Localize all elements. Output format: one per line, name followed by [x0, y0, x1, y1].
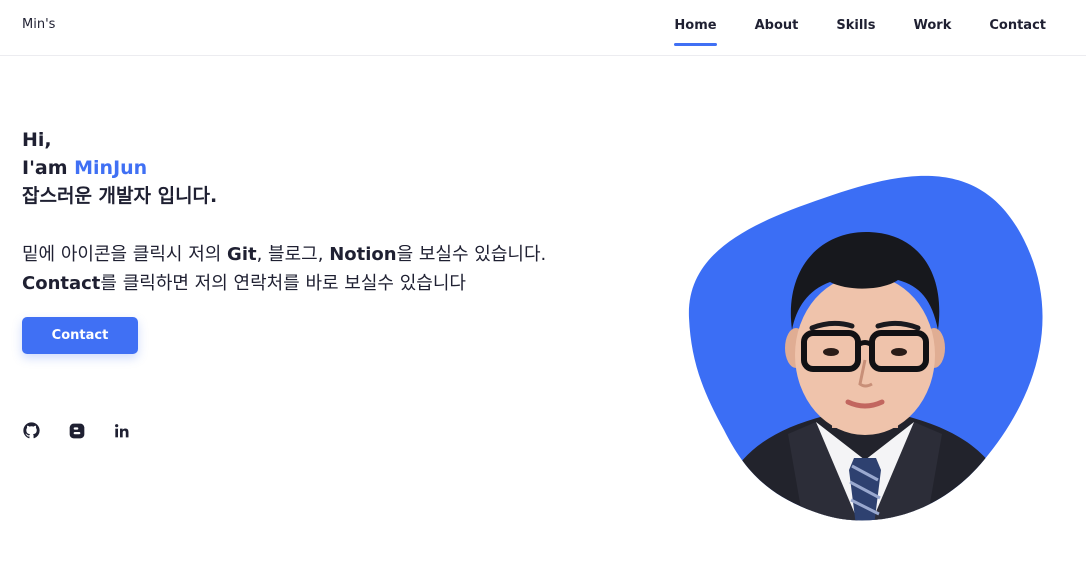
contact-button[interactable]: Contact [22, 317, 138, 354]
desc-text-d: 를 클릭하면 저의 연락처를 바로 보실수 있습니다 [100, 273, 466, 294]
profile-photo [684, 170, 1048, 526]
description-line-2: Contact를 클릭하면 저의 연락처를 바로 보실수 있습니다 [22, 269, 662, 298]
desc-contact: Contact [22, 273, 101, 294]
hero-iam: I'am [22, 157, 68, 179]
desc-notion: Notion [329, 244, 397, 265]
hero-intro: I'am MinJun [22, 154, 642, 182]
site-logo[interactable]: Min's [22, 17, 55, 32]
hero-tagline: 잡스러운 개발자 입니다. [22, 185, 218, 207]
nav-skills[interactable]: Skills [836, 0, 875, 46]
hero-greeting: Hi, [22, 129, 52, 151]
social-links [22, 421, 131, 440]
nav-contact[interactable]: Contact [989, 0, 1046, 46]
nav-work[interactable]: Work [913, 0, 951, 46]
site-header: Min's Home About Skills Work Contact [0, 0, 1086, 56]
desc-text-a: 밑에 아이콘을 클릭시 저의 [22, 244, 228, 265]
nav-home[interactable]: Home [674, 0, 717, 46]
linkedin-icon[interactable] [112, 421, 131, 440]
hero-name: MinJun [74, 157, 148, 179]
desc-git: Git [227, 244, 257, 265]
hero-title: Hi, I'am MinJun 잡스러운 개발자 입니다. [22, 126, 642, 210]
description-line-1: 밑에 아이콘을 클릭시 저의 Git, 블로그, Notion을 보실수 있습니… [22, 240, 662, 269]
desc-text-c: 을 보실수 있습니다. [396, 244, 547, 265]
desc-text-b: , 블로그, [256, 244, 330, 265]
github-icon[interactable] [22, 421, 41, 440]
nav-about[interactable]: About [755, 0, 799, 46]
hero-description: 밑에 아이콘을 클릭시 저의 Git, 블로그, Notion을 보실수 있습니… [22, 240, 662, 298]
main-nav: Home About Skills Work Contact [636, 0, 1046, 56]
blogger-icon[interactable] [67, 421, 86, 440]
